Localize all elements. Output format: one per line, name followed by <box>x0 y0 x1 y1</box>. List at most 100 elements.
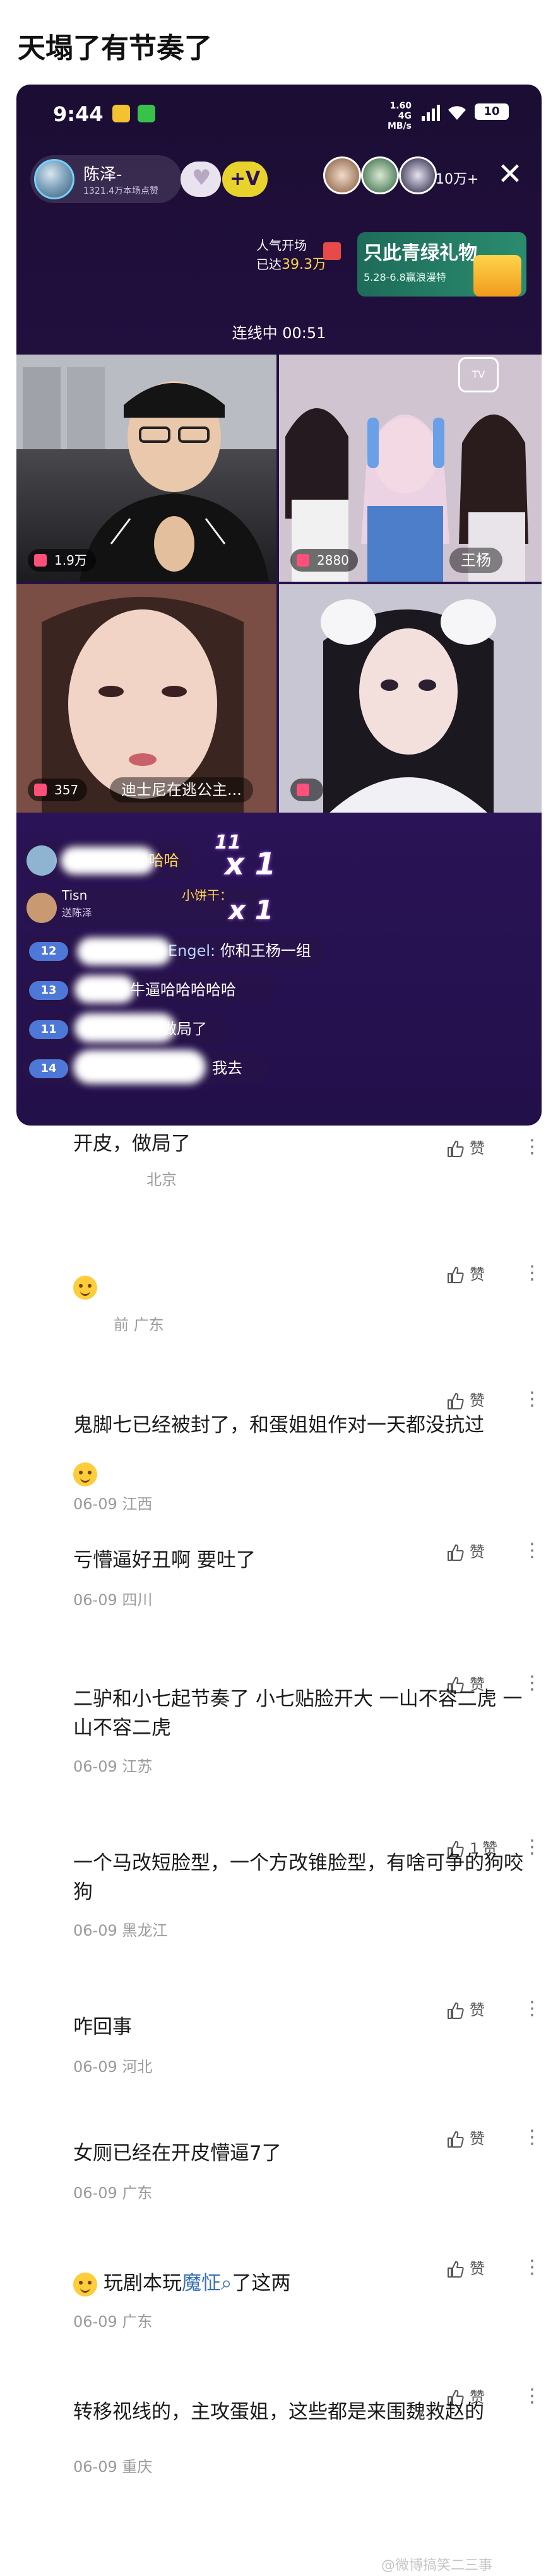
comment-meta: 06-09 河北 <box>73 2058 153 2076</box>
viewer-count[interactable]: 10万+ <box>436 168 478 188</box>
tile-score-badge <box>290 779 323 801</box>
chat-text: 牛逼哈哈哈哈哈 <box>130 981 236 999</box>
comment-text: 亏懵逼好丑啊 要吐了 <box>73 1549 256 1572</box>
more-options-icon[interactable]: ⋮ <box>523 1388 542 1413</box>
user-avatar <box>27 845 57 876</box>
status-bar: 9:44 1.60 4G MB/s 10 <box>16 85 542 145</box>
host-avatar[interactable] <box>34 159 74 199</box>
tile-score-badge: 1.9万 <box>28 549 96 572</box>
more-options-icon[interactable]: ⋮ <box>523 1262 542 1287</box>
thumbs-up-icon <box>448 1393 464 1409</box>
live-chat: 哈哈 11 x 1 Tisn 送陈泽 小饼干： x 1 12 Engel: 你和王… <box>16 832 542 1126</box>
viewer-avatar[interactable] <box>361 156 399 194</box>
gift-item: 小饼干： <box>182 888 232 903</box>
like-label: 赞 <box>470 1392 485 1409</box>
comment-text: 女厕已经在开皮懵逼7了 <box>73 2142 282 2165</box>
host-likes: 1321.4万本场点赞 <box>83 186 158 196</box>
host-info[interactable]: 陈泽- 1321.4万本场点赞 <box>30 155 182 203</box>
tile-score-badge: 2880 <box>290 549 358 572</box>
tile-name-label: 王杨 <box>449 548 502 573</box>
comment-text: 鬼脚七已经被封了，和蛋姐姐作对一天都没抗过 <box>73 1414 484 1437</box>
signal-icon <box>422 105 440 121</box>
link-mic-status: 连线中 00:51 <box>232 324 326 342</box>
mic-icon <box>297 784 309 796</box>
video-tile[interactable]: 357 迪士尼在逃公主... <box>16 584 276 813</box>
comment-meta: 北京 <box>146 1171 177 1189</box>
close-icon[interactable]: ✕ <box>494 158 526 191</box>
comment-meta: 06-09 广东 <box>73 2313 153 2331</box>
comment-text: 二驴和小七起节奏了 小七贴脸开大 一山不容二虎 一山不容二虎 <box>73 1688 523 1739</box>
like-button[interactable]: 赞 <box>446 1388 502 1413</box>
video-tile[interactable]: 1.9万 <box>16 355 276 582</box>
tv-icon[interactable]: TV <box>458 357 499 392</box>
mic-icon <box>34 784 47 796</box>
chat-username: Engel: <box>168 942 216 960</box>
comment-meta: 前 广东 <box>114 1316 164 1334</box>
comment-meta: 06-09 江西 <box>73 1495 153 1513</box>
user-level-badge: 11 <box>29 1020 68 1039</box>
user-avatar <box>27 893 57 923</box>
popularity-value: 39.3万 <box>282 257 326 273</box>
mic-icon <box>34 554 47 567</box>
user-level-badge: 12 <box>29 942 68 961</box>
user-level-badge: 13 <box>29 981 68 1000</box>
comment-meta: 06-09 黑龙江 <box>73 1922 168 1939</box>
network-speed: 1.60 4G MB/s <box>387 101 412 131</box>
emoji-icon <box>73 1462 97 1486</box>
status-time: 9:44 <box>53 102 104 126</box>
comment-meta: 06-09 重庆 <box>73 2458 153 2476</box>
gift-user: Tisn <box>62 888 88 903</box>
gift-combo-multiplier: x 1 <box>229 895 273 926</box>
streamer-video-frame <box>16 355 276 582</box>
chat-message: 13 牛逼哈哈哈哈哈 <box>23 974 275 1006</box>
notification-app-icon <box>112 105 130 122</box>
emoji-icon <box>73 1276 97 1300</box>
fan-club-heart-icon[interactable] <box>181 162 221 197</box>
wifi-icon <box>448 106 466 120</box>
gift-box-icon <box>323 242 341 260</box>
chat-text: 你和王杨一组 <box>220 942 311 960</box>
comment-meta: 06-09 广东 <box>73 2184 153 2202</box>
banner-subtitle: 5.28-6.8赢浪漫特 <box>364 271 446 283</box>
redacted-username <box>74 1013 175 1042</box>
thumbs-up-icon <box>448 1267 464 1283</box>
comment-meta: 06-09 四川 <box>73 1591 153 1609</box>
search-link[interactable]: 魔怔⌕ <box>182 2272 232 2295</box>
comment-text: 转移视线的，主攻蛋姐，这些都是来围魏救赵的 <box>73 2401 484 2423</box>
chat-text: 我去 <box>212 1059 242 1077</box>
event-banner[interactable]: 只此青绿礼物 5.28-6.8赢浪漫特 <box>357 232 526 297</box>
redacted-username <box>73 1050 206 1084</box>
popularity-prefix: 已达 <box>256 257 282 272</box>
redacted-username <box>77 938 172 965</box>
comment-meta: 06-09 江苏 <box>73 1758 153 1775</box>
mic-icon <box>297 554 309 567</box>
like-button[interactable]: 赞 <box>446 1262 502 1287</box>
banner-title: 只此青绿礼物 <box>364 242 477 264</box>
video-tile[interactable] <box>279 584 542 813</box>
host-name: 陈泽- <box>83 165 122 184</box>
streamer-video-frame <box>279 355 542 582</box>
viewer-avatar[interactable] <box>323 156 361 194</box>
redacted-username <box>74 975 135 1003</box>
tile-name-label: 迪士尼在逃公主... <box>110 777 253 803</box>
user-level-badge: 14 <box>29 1059 68 1078</box>
follow-button[interactable]: +V <box>222 162 268 197</box>
video-tile[interactable]: 2880 王杨 <box>279 355 542 582</box>
live-stream-screenshot: 9:44 1.60 4G MB/s 10 陈泽- 1321.4万本场点赞 +V … <box>16 85 542 1126</box>
redacted-username <box>61 847 155 874</box>
comment-text: 一个马改短脸型，一个方改锥脸型，有啥可争的狗咬狗 <box>73 1852 523 1903</box>
comment-text: 咋回事 <box>73 2016 132 2038</box>
gift-recipient: 送陈泽 <box>62 907 93 919</box>
like-label: 赞 <box>470 1266 485 1283</box>
viewer-avatar[interactable] <box>399 156 437 194</box>
post-title: 天塌了有节奏了 <box>18 32 212 64</box>
comment-text: 开皮，做局了 <box>73 1132 191 1155</box>
gift-treasure-icon <box>473 255 521 297</box>
battery-icon: 10 <box>475 103 509 120</box>
gift-combo-multiplier: x 1 <box>225 847 276 882</box>
streamer-video-frame <box>279 584 542 813</box>
watermark: @微博搞笑二三事 <box>381 2558 493 2573</box>
chat-message: 12 Engel: 你和王杨一组 <box>23 935 326 967</box>
tile-score-badge: 357 <box>28 779 88 801</box>
emoji-icon <box>73 2272 97 2297</box>
